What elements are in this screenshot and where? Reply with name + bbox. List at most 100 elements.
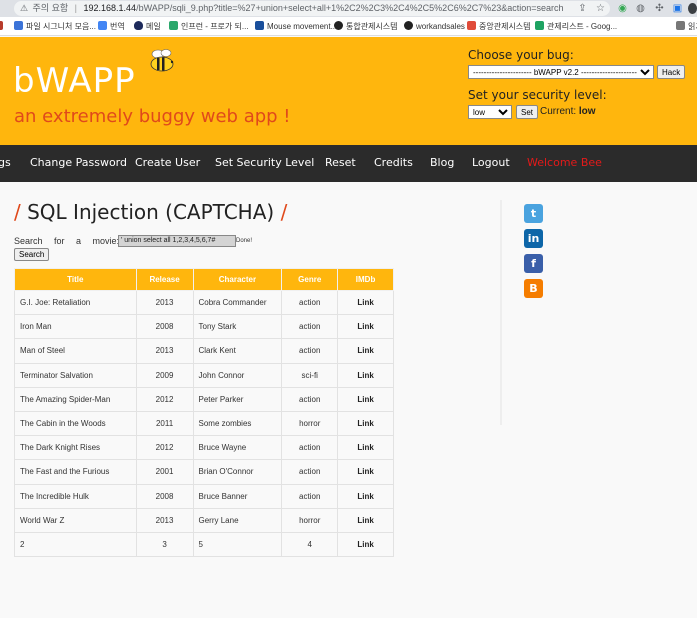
bee-icon (150, 49, 174, 72)
nav-item-blog[interactable]: Blog (430, 156, 454, 169)
profile-avatar[interactable] (688, 3, 697, 14)
cell-genre: sci-fi (281, 362, 339, 388)
cell-title: Iron Man (14, 314, 137, 340)
nav-item-create-user[interactable]: Create User (135, 156, 200, 169)
search-label: Search for a movie: (14, 236, 120, 246)
url-bar[interactable]: ⚠ 주의 요함 | 192.168.1.44/bWAPP/sqli_9.php?… (14, 1, 610, 16)
imdb-link[interactable]: Link (337, 531, 394, 558)
title-slash-right: / (280, 200, 288, 224)
table-row: World War Z 2013 Gerry Lane horror Link (14, 507, 394, 533)
twitter-icon[interactable]: t (524, 204, 543, 223)
site-header: bWAPP an extremely buggy web app ! Choos… (0, 37, 697, 145)
bookmark-label: 파일 시그니처 모음... (26, 22, 96, 31)
bookmark-item[interactable]: 메일 (134, 20, 161, 33)
cell-character: Gerry Lane (192, 507, 283, 533)
facebook-icon[interactable]: f (524, 254, 543, 273)
cell-release: 2011 (135, 410, 194, 437)
imdb-link[interactable]: Link (337, 459, 394, 485)
captcha-done-text: Done! (236, 238, 253, 244)
table-row: The Cabin in the Woods 2011 Some zombies ho… (14, 410, 394, 437)
imdb-link[interactable]: Link (337, 435, 394, 461)
imdb-link[interactable]: Link (337, 410, 394, 437)
table-row: Iron Man 2008 Tony Stark action Link (14, 314, 394, 340)
table-row: The Fast and the Furious 2001 Brian O'Conn… (14, 459, 394, 485)
nav-item-change-password[interactable]: Change Password (30, 156, 127, 169)
cell-release: 2012 (135, 435, 194, 461)
reading-list-icon[interactable]: ▣ (672, 3, 683, 14)
share-icon[interactable]: ⇪ (577, 3, 588, 14)
imdb-link[interactable]: Link (337, 338, 394, 364)
search-input[interactable]: ' union select all 1,2,3,4,5,6,7# (118, 235, 236, 247)
bookmark-item[interactable]: 번역 (98, 20, 125, 33)
bug-select[interactable]: ---------------------- bWAPP v2.2 ------… (468, 65, 654, 79)
search-button[interactable]: Search (14, 248, 50, 261)
url-host: 192.168.1.44 (83, 3, 137, 13)
cell-genre: action (281, 386, 339, 412)
current-security-level: Current: low (540, 106, 596, 117)
choose-bug-label: Choose your bug: (468, 48, 574, 62)
bookmark-label: Mouse movement... (267, 22, 338, 31)
imdb-link[interactable]: Link (337, 507, 394, 533)
bookmark-label: 관제리스트 - Goog... (547, 22, 618, 31)
cell-title: Terminator Salvation (14, 362, 137, 388)
cell-character: John Connor (192, 362, 283, 388)
cell-genre: action (281, 459, 339, 485)
hack-button[interactable]: Hack (657, 65, 686, 79)
bookmark-item[interactable]: Mouse movement... (255, 20, 337, 33)
url-path: /bWAPP/sqli_9.php?title=%27+union+select… (136, 3, 564, 13)
linkedin-icon[interactable]: in (524, 229, 543, 248)
cell-release: 2008 (135, 314, 194, 340)
cell-character: 5 (192, 531, 283, 558)
cell-genre: action (281, 314, 339, 340)
inflearn-icon (169, 21, 178, 30)
imdb-link[interactable]: Link (337, 483, 394, 509)
imdb-link[interactable]: Link (337, 386, 394, 412)
nav-item-bugs[interactable]: gs (0, 156, 11, 169)
security-level-select[interactable]: low (468, 105, 512, 119)
table-row: The Dark Knight Rises 2012 Bruce Wayne acti… (14, 435, 394, 461)
translate-icon (98, 21, 107, 30)
cell-character: Clark Kent (192, 338, 283, 364)
bookmark-item[interactable]: 인프런 - 프로가 되... (169, 20, 249, 33)
title-slash-left: / (14, 200, 21, 224)
extension-gray-icon[interactable]: ◍ (635, 3, 646, 14)
site-logo: bWAPP (13, 61, 136, 101)
bookmark-item[interactable]: 관제리스트 - Goog... (535, 20, 617, 33)
bookmark-item[interactable]: 읽기 (676, 20, 697, 33)
blogger-icon[interactable]: B (524, 279, 543, 298)
bookmark-item[interactable] (0, 20, 6, 33)
nav-item-credits[interactable]: Credits (374, 156, 413, 169)
cell-character: Bruce Wayne (192, 435, 283, 461)
page-title-text: SQL Injection (CAPTCHA) (27, 200, 275, 224)
results-table: Title Release Character Genre IMDb G.I. … (14, 268, 394, 558)
nav-item-reset[interactable]: Reset (325, 156, 356, 169)
cell-genre: horror (281, 410, 339, 437)
bookmark-item[interactable]: 파일 시그니처 모음... (14, 20, 96, 33)
linkedin-glyph: in (527, 232, 540, 245)
imdb-link[interactable]: Link (337, 362, 394, 388)
cell-release: 2013 (135, 507, 194, 533)
bookmark-star-icon[interactable]: ☆ (595, 3, 606, 14)
bookmark-item[interactable]: 통합관제시스템 (334, 20, 398, 33)
cell-title: The Incredible Hulk (14, 483, 137, 509)
facebook-glyph: f (531, 257, 536, 270)
cell-character: Bruce Banner (192, 483, 283, 509)
imdb-link[interactable]: Link (337, 289, 394, 316)
nav-item-welcome: Welcome Bee (527, 156, 602, 169)
cell-title: Man of Steel (14, 338, 137, 364)
bookmark-label: 읽기 (688, 22, 697, 31)
nav-item-logout[interactable]: Logout (472, 156, 510, 169)
imdb-link[interactable]: Link (337, 314, 394, 340)
page-icon (467, 21, 476, 30)
bookmark-item[interactable]: workandsales (404, 20, 465, 33)
column-header-release: Release (135, 268, 194, 291)
set-button[interactable]: Set (516, 105, 539, 119)
nav-item-set-security-level[interactable]: Set Security Level (215, 156, 314, 169)
cell-title: The Dark Knight Rises (14, 435, 137, 461)
bookmark-item[interactable]: 중앙관제시스템 (467, 20, 531, 33)
puzzle-icon[interactable]: ✣ (654, 3, 665, 14)
extension-icon[interactable]: ◉ (617, 3, 628, 14)
cell-genre: 4 (281, 531, 339, 558)
search-form: Search for a movie: ' union select all 1… (14, 235, 264, 248)
table-row: 2 3 5 4 Link (14, 531, 394, 558)
